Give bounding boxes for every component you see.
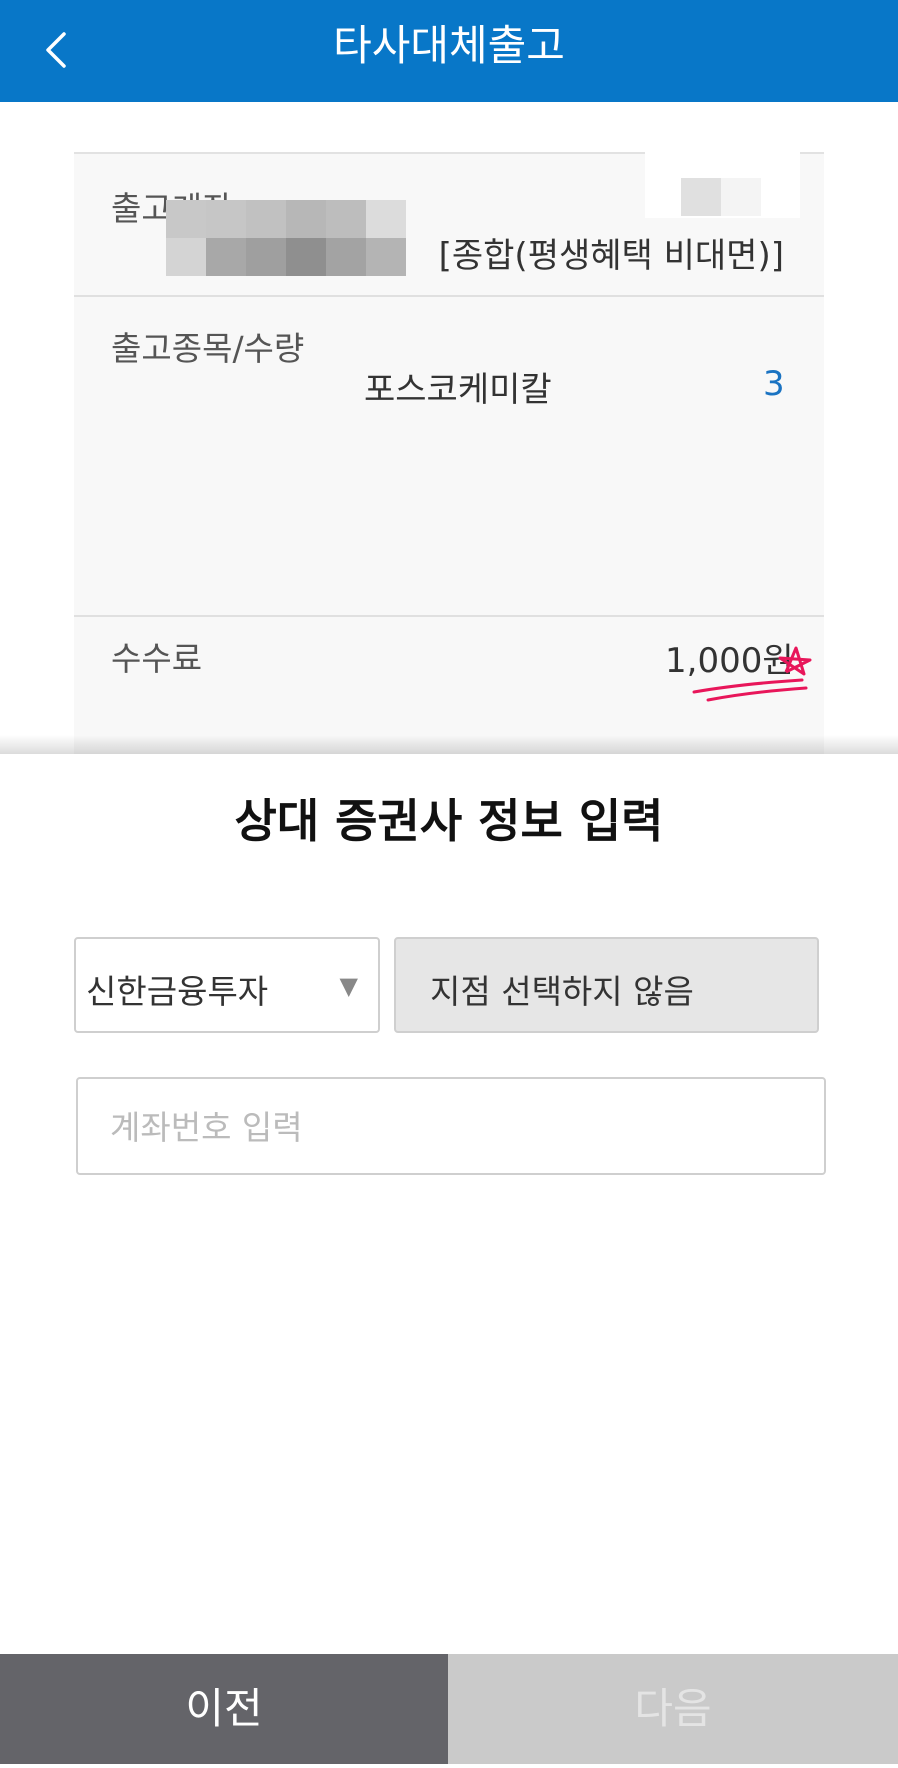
next-button[interactable]: 다음 <box>448 1654 898 1764</box>
dropdown-triangle-icon: ▼ <box>339 972 358 1000</box>
broker-select[interactable]: 신한금융투자 ▼ <box>74 937 380 1033</box>
account-number-field[interactable] <box>76 1077 826 1175</box>
stock-quantity: 3 <box>763 364 785 404</box>
page-title: 타사대체출고 <box>333 21 565 70</box>
divider <box>74 615 824 617</box>
stock-name: 포스코케미칼 <box>364 370 552 410</box>
app-header: 타사대체출고 <box>0 0 898 102</box>
branch-label: 지점 선택하지 않음 <box>430 972 694 1011</box>
sheet-title: 상대 증권사 정보 입력 <box>234 794 664 848</box>
hand-drawn-star-underline <box>692 646 812 702</box>
stock-label: 출고종목/수량 <box>111 329 305 368</box>
account-number-input[interactable] <box>108 1103 792 1151</box>
fee-label: 수수료 <box>111 639 203 678</box>
broker-selected-label: 신한금융투자 <box>86 972 269 1011</box>
divider <box>74 295 824 297</box>
prev-button[interactable]: 이전 <box>0 1654 448 1764</box>
counterparty-sheet <box>0 754 898 1768</box>
branch-select[interactable]: 지점 선택하지 않음 <box>394 937 819 1033</box>
account-type: [종합(평생혜택 비대면)] <box>438 236 784 276</box>
sheet-shadow <box>0 735 898 755</box>
blurred-patch <box>645 140 800 218</box>
